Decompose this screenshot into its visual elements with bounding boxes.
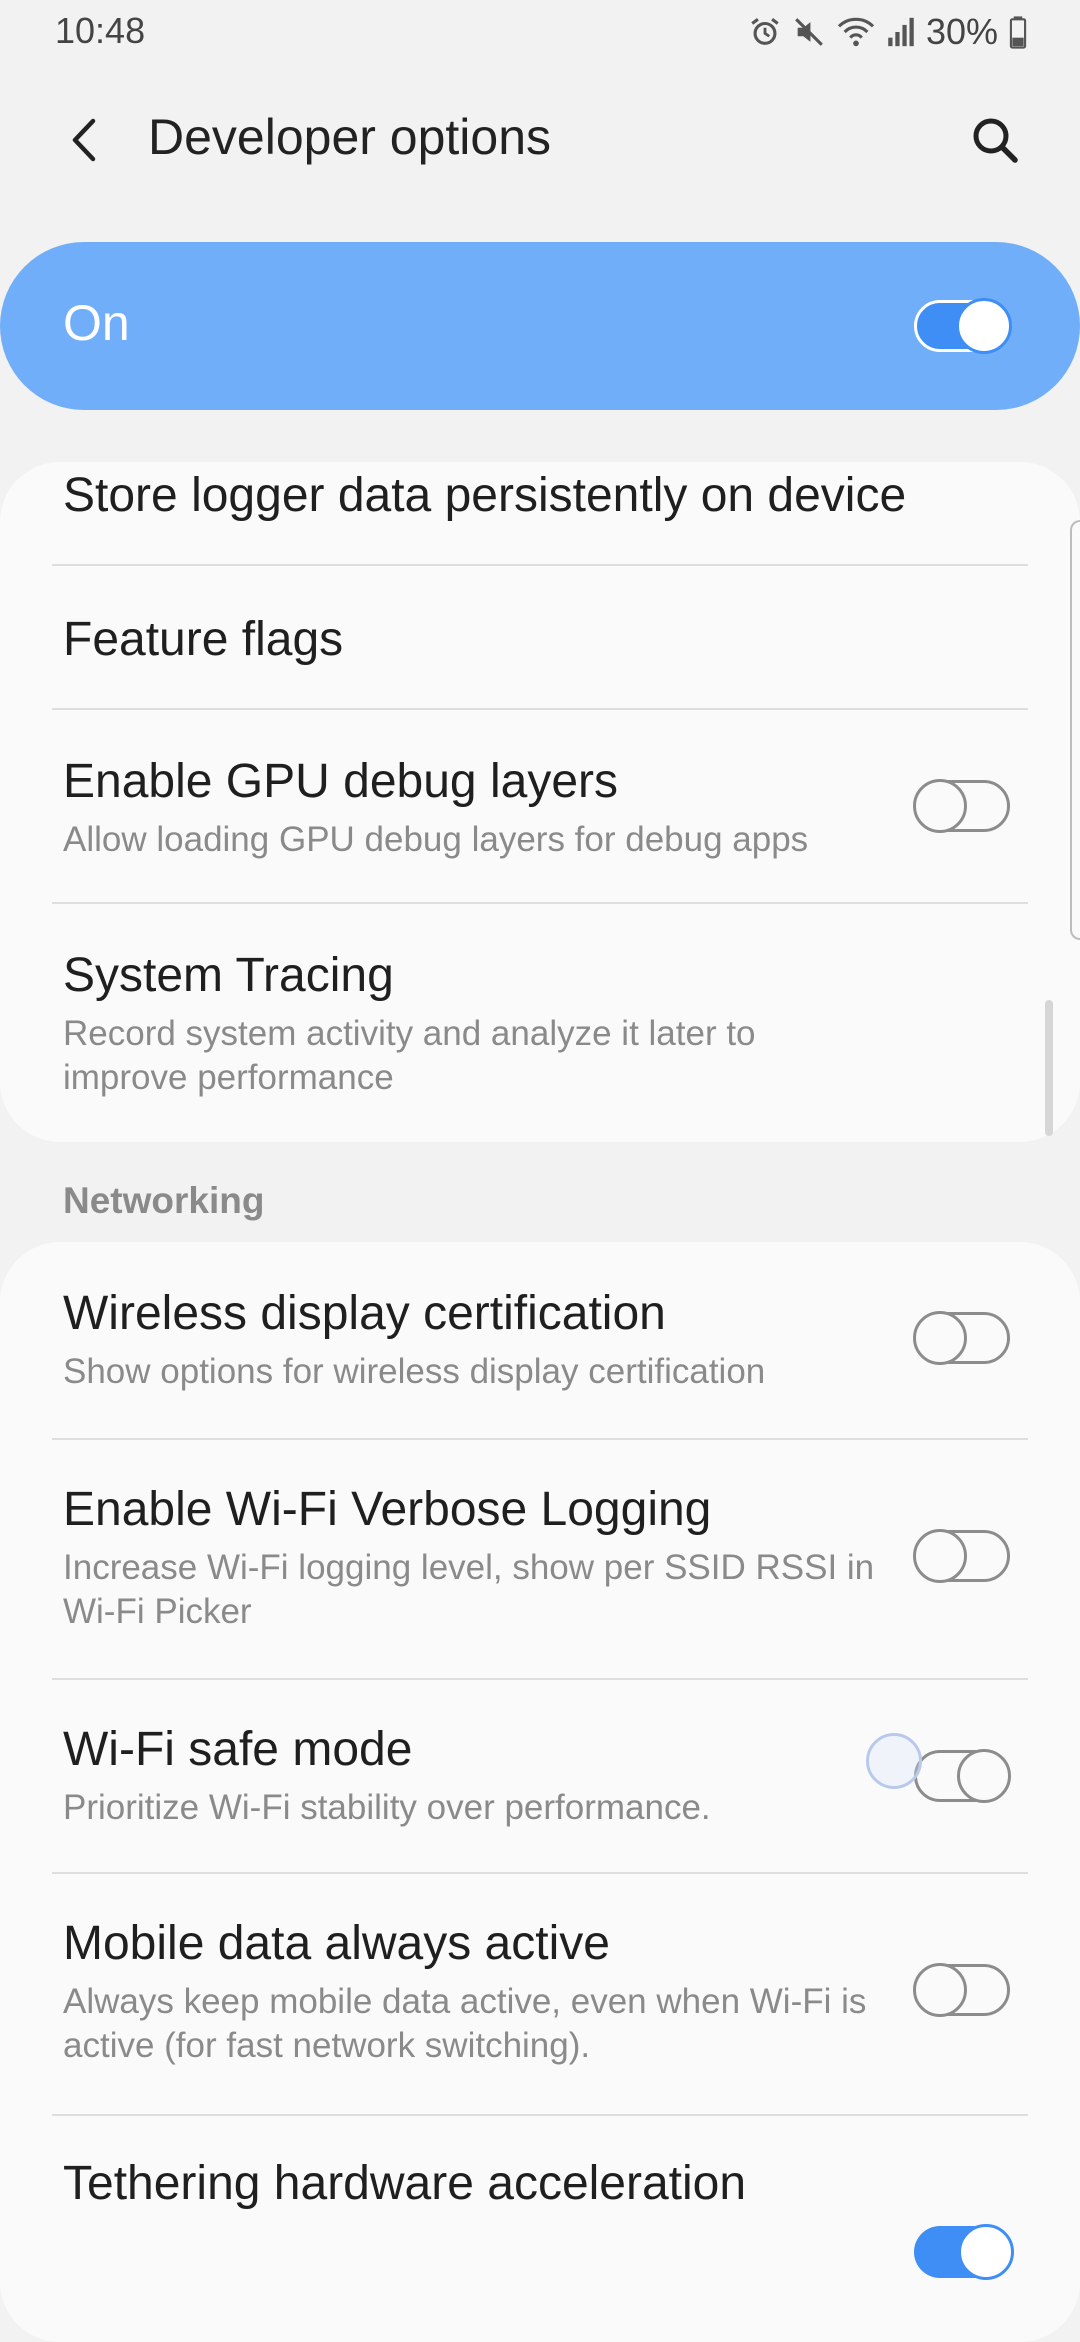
item-title: Mobile data always active — [63, 1917, 610, 1970]
item-title: System Tracing — [63, 949, 394, 1002]
status-bar: 10:48 30% — [0, 0, 1080, 64]
list-item-wireless-display-certification[interactable]: Wireless display certification Show opti… — [0, 1242, 1080, 1438]
list-item-mobile-data-always-active[interactable]: Mobile data always active Always keep mo… — [0, 1874, 1080, 2114]
mobile-data-always-active-toggle[interactable] — [913, 1963, 1010, 2017]
edge-panel-handle[interactable] — [1070, 520, 1080, 940]
search-icon — [973, 118, 1018, 163]
item-subtitle: Record system activity and analyze it la… — [63, 1014, 756, 1097]
list-item-tethering-hw-acceleration[interactable]: Tethering hardware acceleration — [0, 2116, 1080, 2342]
list-item-wifi-safe-mode[interactable]: Wi-Fi safe mode Prioritize Wi-Fi stabili… — [0, 1680, 1080, 1874]
gpu-debug-layers-toggle[interactable] — [913, 779, 1010, 833]
toggle-knob — [958, 2224, 1014, 2280]
item-title: Wireless display certification — [63, 1287, 666, 1340]
item-title: Enable Wi-Fi Verbose Logging — [63, 1483, 712, 1536]
wireless-display-certification-toggle[interactable] — [913, 1311, 1010, 1365]
battery-icon — [1009, 16, 1027, 49]
page-title: Developer options — [148, 109, 552, 165]
item-subtitle: Allow loading GPU debug layers for debug… — [63, 820, 809, 859]
tethering-hw-acceleration-toggle[interactable] — [914, 2224, 1014, 2280]
list-item-feature-flags[interactable]: Feature flags — [0, 566, 1080, 710]
item-subtitle: Prioritize Wi-Fi stability over performa… — [63, 1788, 711, 1827]
status-icons: 30% — [748, 8, 1028, 56]
section-header-networking: Networking — [63, 1180, 265, 1221]
networking-card: Wireless display certification Show opti… — [0, 1242, 1080, 2342]
toggle-knob — [913, 1963, 967, 2017]
wifi-verbose-logging-toggle[interactable] — [913, 1529, 1010, 1583]
toggle-knob — [957, 1749, 1011, 1803]
item-title: Tethering hardware acceleration — [63, 2157, 747, 2210]
alarm-icon — [751, 18, 779, 45]
list-item-wifi-verbose-logging[interactable]: Enable Wi-Fi Verbose Logging Increase Wi… — [0, 1440, 1080, 1680]
scrollbar-thumb[interactable] — [1045, 1000, 1053, 1136]
item-subtitle: Increase Wi-Fi logging level, show per S… — [63, 1548, 875, 1631]
list-item-system-tracing[interactable]: System Tracing Record system activity an… — [0, 904, 1080, 1142]
debugging-card: Store logger data persistently on device… — [0, 462, 1080, 1142]
list-item-store-logger[interactable]: Store logger data persistently on device — [0, 462, 1080, 566]
item-title: Wi-Fi safe mode — [63, 1723, 413, 1776]
back-arrow-icon — [72, 118, 96, 162]
touch-ripple — [866, 1733, 922, 1789]
back-button[interactable] — [55, 110, 115, 170]
battery-percentage: 30% — [925, 11, 998, 52]
item-subtitle: Always keep mobile data active, even whe… — [63, 1982, 867, 2065]
item-title: Enable GPU debug layers — [63, 755, 618, 808]
signal-icon — [888, 17, 914, 47]
wifi-icon — [837, 17, 875, 47]
toggle-knob — [913, 1311, 967, 1365]
search-button[interactable] — [960, 110, 1030, 170]
item-title: Feature flags — [63, 613, 344, 666]
list-item-gpu-debug-layers[interactable]: Enable GPU debug layers Allow loading GP… — [0, 710, 1080, 904]
item-title: Store logger data persistently on device — [63, 469, 907, 522]
toggle-knob — [913, 779, 967, 833]
master-switch-toggle[interactable] — [914, 298, 1012, 354]
master-switch-label: On — [63, 295, 130, 351]
status-time: 10:48 — [55, 10, 146, 51]
wifi-safe-mode-toggle[interactable] — [914, 1749, 1011, 1803]
toggle-knob — [956, 298, 1012, 354]
master-switch-bar[interactable]: On — [0, 242, 1080, 410]
app-bar: Developer options — [0, 90, 1080, 190]
mute-icon — [795, 18, 823, 46]
item-subtitle: Show options for wireless display certif… — [63, 1352, 766, 1391]
toggle-knob — [913, 1529, 967, 1583]
